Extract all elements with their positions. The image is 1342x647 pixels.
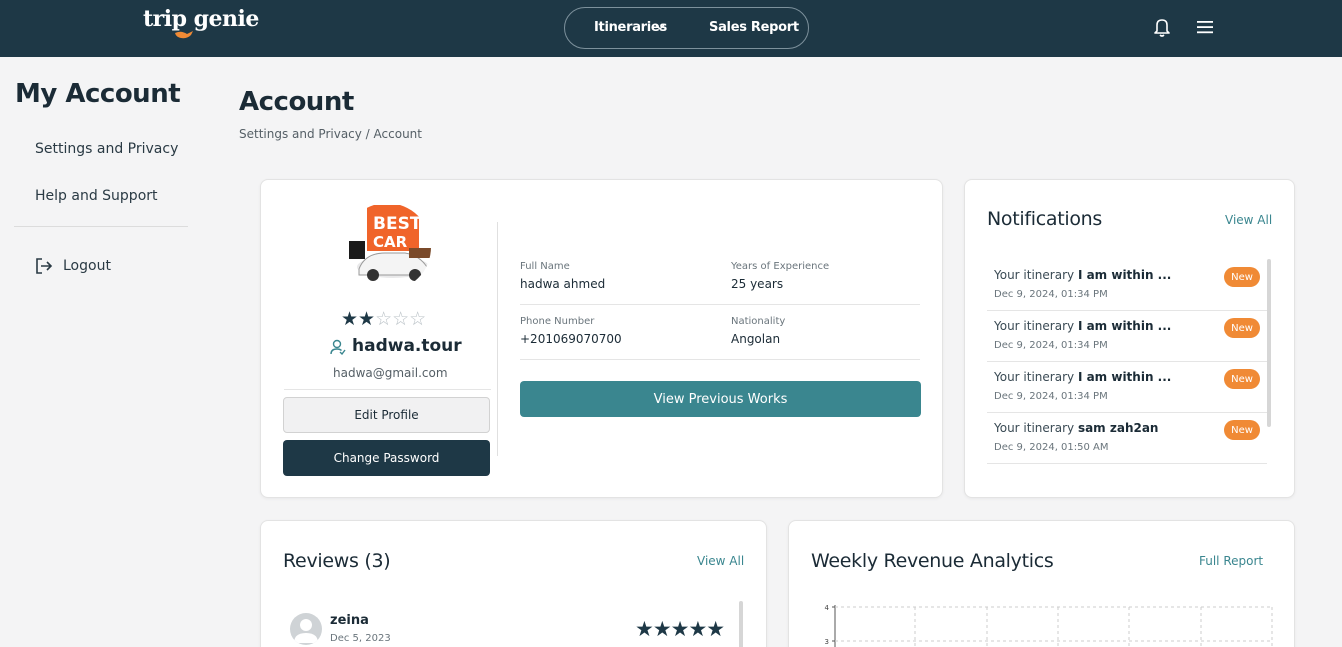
field-divider [520, 304, 920, 305]
notification-time: Dec 9, 2024, 01:34 PM [994, 340, 1108, 351]
svg-text:CAR: CAR [373, 233, 408, 251]
notification-time: Dec 9, 2024, 01:34 PM [994, 391, 1108, 402]
view-previous-works-button[interactable]: View Previous Works [520, 381, 921, 417]
change-password-button[interactable]: Change Password [283, 440, 490, 476]
notification-item[interactable]: Your itinerary I am within ... Dec 9, 20… [987, 362, 1267, 413]
review-stars: ★★★★★ [635, 617, 725, 641]
phone-label: Phone Number [520, 316, 595, 327]
experience-label: Years of Experience [731, 261, 830, 272]
user-icon [330, 339, 346, 355]
field-divider [520, 359, 920, 360]
reviewer-avatar [290, 613, 322, 645]
username-row: hadwa.tour [329, 336, 462, 356]
reviews-card: Reviews (3) View All zeina Dec 5, 2023 ★… [260, 520, 767, 647]
notifications-scrollbar[interactable] [1267, 259, 1271, 427]
new-badge: New [1224, 267, 1260, 287]
username: hadwa.tour [352, 336, 462, 356]
nav-sales-report[interactable]: Sales Report [709, 20, 799, 35]
reviewer-name: zeina [330, 613, 369, 628]
star-filled-icon: ★★ [341, 308, 376, 330]
phone-value: +201069070700 [520, 332, 622, 346]
logout-button[interactable]: Logout [63, 258, 111, 274]
logo[interactable]: trip genie [143, 6, 259, 32]
avatar-image: BEST CAR [343, 203, 431, 291]
breadcrumb[interactable]: Settings and Privacy / Account [239, 127, 422, 141]
new-badge: New [1224, 318, 1260, 338]
reviews-title: Reviews (3) [283, 550, 391, 572]
notifications-title: Notifications [987, 208, 1103, 230]
notification-time: Dec 9, 2024, 01:34 PM [994, 289, 1108, 300]
profile-rating: ★★☆☆☆ [341, 308, 426, 330]
y-tick-label: 3 [825, 638, 829, 646]
logout-icon[interactable] [35, 257, 53, 275]
notifications-card: Notifications View All Your itinerary I … [964, 179, 1295, 498]
revenue-chart: 4 3 [825, 604, 1273, 647]
reviews-scrollbar[interactable] [739, 601, 743, 647]
revenue-title: Weekly Revenue Analytics [811, 550, 1054, 572]
top-navbar: trip genie Itineraries Sales Report [0, 0, 1342, 57]
notifications-view-all-link[interactable]: View All [1225, 213, 1272, 227]
reviews-view-all-link[interactable]: View All [697, 554, 744, 568]
nationality-label: Nationality [731, 316, 786, 327]
notification-time: Dec 9, 2024, 01:50 AM [994, 442, 1109, 453]
bell-icon[interactable] [1151, 16, 1173, 38]
revenue-card: Weekly Revenue Analytics Full Report 4 3 [788, 520, 1295, 647]
edit-profile-button[interactable]: Edit Profile [283, 397, 490, 433]
sidebar-item-help-support[interactable]: Help and Support [35, 188, 158, 204]
new-badge: New [1224, 420, 1260, 440]
user-email: hadwa@gmail.com [333, 366, 448, 380]
notification-item[interactable]: Your itinerary sam zah2an Dec 9, 2024, 0… [987, 413, 1267, 464]
nationality-value: Angolan [731, 332, 781, 346]
sidebar-title: My Account [15, 79, 181, 109]
nav-pill: Itineraries Sales Report [564, 7, 809, 49]
page-title: Account [239, 87, 354, 117]
user-icon [294, 619, 318, 643]
sidebar-item-settings-privacy[interactable]: Settings and Privacy [35, 141, 178, 157]
notification-text: Your itinerary I am within ... [994, 268, 1172, 282]
full-name-label: Full Name [520, 261, 570, 272]
hamburger-menu-icon[interactable] [1195, 18, 1215, 36]
new-badge: New [1224, 369, 1260, 389]
vertical-divider [497, 222, 498, 456]
avatar[interactable]: BEST CAR [343, 203, 431, 291]
full-report-link[interactable]: Full Report [1199, 554, 1263, 568]
full-name-value: hadwa ahmed [520, 277, 606, 291]
review-date: Dec 5, 2023 [330, 633, 391, 644]
notification-item[interactable]: Your itinerary I am within ... Dec 9, 20… [987, 311, 1267, 362]
notification-text: Your itinerary sam zah2an [994, 421, 1159, 435]
svg-text:BEST: BEST [373, 214, 422, 234]
sidebar-divider [14, 226, 188, 227]
profile-card: BEST CAR ★★☆☆☆ hadwa.tour hadwa@gmail.co… [260, 179, 943, 498]
experience-value: 25 years [731, 277, 784, 291]
chevron-down-icon[interactable] [654, 21, 666, 33]
y-tick-label: 4 [825, 604, 830, 612]
lamp-icon [175, 31, 193, 39]
profile-divider [284, 389, 491, 390]
notification-text: Your itinerary I am within ... [994, 319, 1172, 333]
star-empty-icon: ☆☆☆ [375, 308, 427, 330]
notification-text: Your itinerary I am within ... [994, 370, 1172, 384]
notification-item[interactable]: Your itinerary I am within ... Dec 9, 20… [987, 260, 1267, 311]
